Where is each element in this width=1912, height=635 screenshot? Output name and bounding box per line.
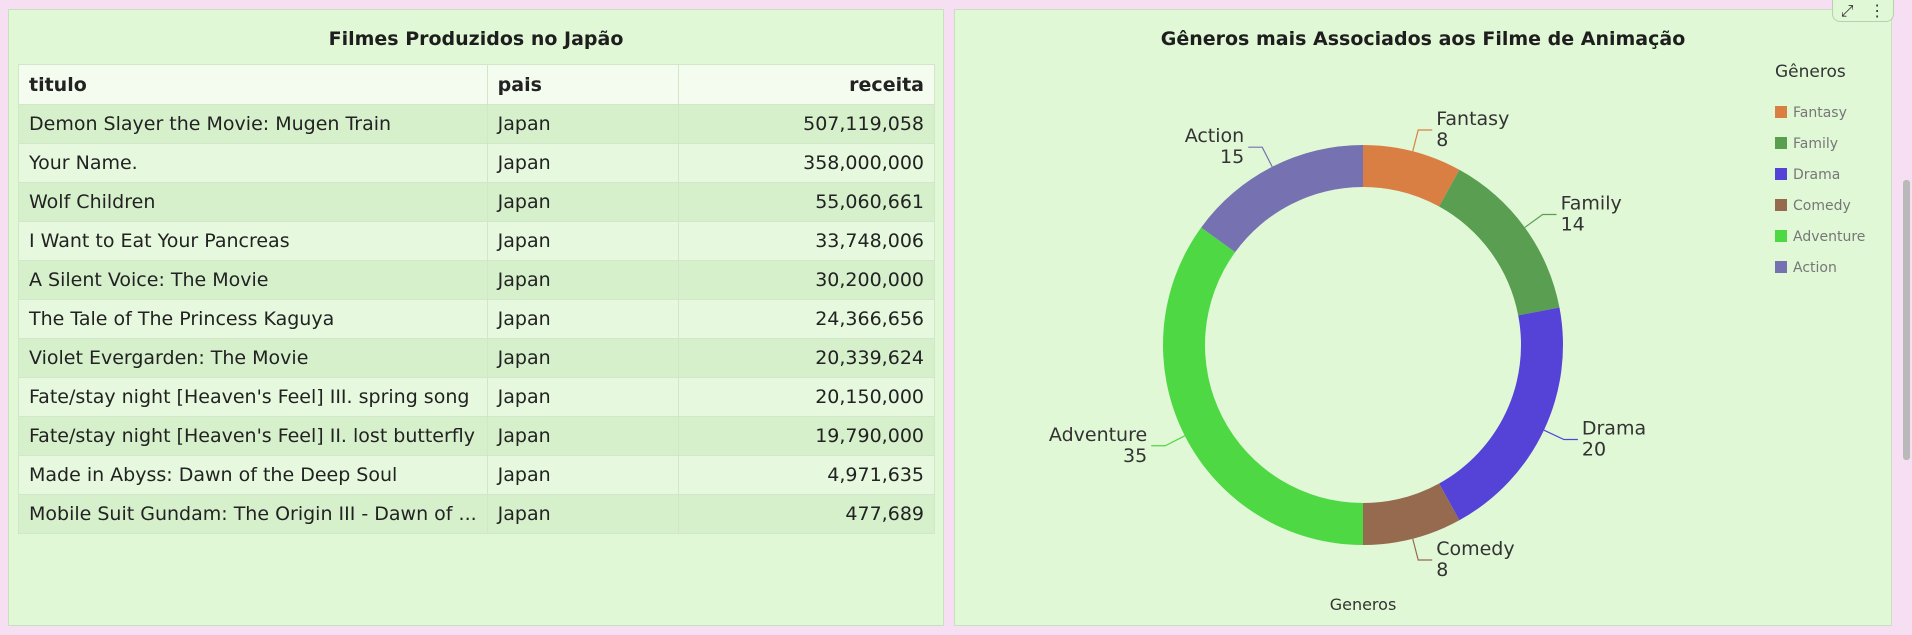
cell-titulo: Violet Evergarden: The Movie xyxy=(18,338,488,378)
legend-item: Action xyxy=(1793,260,1837,276)
table-row: Mobile Suit Gundam: The Origin III - Daw… xyxy=(18,494,936,534)
chart-toolbar: ⤢ ⋮ xyxy=(1832,0,1894,22)
slice-label: Comedy xyxy=(1436,538,1514,560)
legend-swatch xyxy=(1775,137,1787,149)
legend-item: Comedy xyxy=(1793,198,1851,214)
chart-panel: Gêneros mais Associados aos Filme de Ani… xyxy=(954,9,1892,626)
cell-titulo: Wolf Children xyxy=(18,182,488,222)
legend-swatch xyxy=(1775,106,1787,118)
cell-receita: 20,150,000 xyxy=(677,377,936,417)
table-row: Demon Slayer the Movie: Mugen Train Japan… xyxy=(18,104,936,144)
donut-slice[interactable] xyxy=(1163,227,1363,546)
cell-titulo: The Tale of The Princess Kaguya xyxy=(18,299,488,339)
table-row: Your Name. Japan 358,000,000 xyxy=(18,143,936,183)
donut-slice[interactable] xyxy=(1439,169,1560,316)
cell-titulo: Made in Abyss: Dawn of the Deep Soul xyxy=(18,455,488,495)
cell-titulo: I Want to Eat Your Pancreas xyxy=(18,221,488,261)
legend-item: Drama xyxy=(1793,167,1840,183)
table-row: A Silent Voice: The Movie Japan 30,200,000 xyxy=(18,260,936,300)
slice-value: 20 xyxy=(1582,439,1606,461)
cell-titulo: Your Name. xyxy=(18,143,488,183)
table-row: I Want to Eat Your Pancreas Japan 33,748,0… xyxy=(18,221,936,261)
legend-item: Family xyxy=(1793,136,1838,152)
table-title: Filmes Produzidos no Japão xyxy=(328,28,624,50)
cell-titulo: Fate/stay night [Heaven's Feel] II. lost… xyxy=(18,416,488,456)
table-header-row: titulo pais receita xyxy=(18,64,936,105)
leader-line xyxy=(1412,129,1433,152)
more-vertical-icon[interactable]: ⋮ xyxy=(1869,1,1885,20)
slice-value: 8 xyxy=(1436,559,1448,581)
leader-line xyxy=(1412,538,1433,561)
legend-item: Fantasy xyxy=(1793,105,1847,121)
slice-value: 15 xyxy=(1220,146,1244,168)
legend-swatch xyxy=(1775,261,1787,273)
cell-pais: Japan xyxy=(486,377,679,417)
header-receita[interactable]: receita xyxy=(677,64,936,105)
cell-pais: Japan xyxy=(486,182,679,222)
cell-pais: Japan xyxy=(486,299,679,339)
movies-table: titulo pais receita Demon Slayer the Mov… xyxy=(18,64,936,534)
cell-titulo: Demon Slayer the Movie: Mugen Train xyxy=(18,104,488,144)
slice-label: Adventure xyxy=(1049,424,1147,446)
x-axis-label: Generos xyxy=(1330,595,1397,614)
cell-receita: 477,689 xyxy=(677,494,936,534)
legend-swatch xyxy=(1775,230,1787,242)
cell-titulo: Fate/stay night [Heaven's Feel] III. spr… xyxy=(18,377,488,417)
table-row: The Tale of The Princess Kaguya Japan 24,3… xyxy=(18,299,936,339)
table-panel: Filmes Produzidos no Japão titulo pais r… xyxy=(8,9,944,626)
table-row: Violet Evergarden: The Movie Japan 20,339,… xyxy=(18,338,936,378)
cell-pais: Japan xyxy=(486,338,679,378)
leader-line xyxy=(1151,435,1186,447)
cell-receita: 4,971,635 xyxy=(677,455,936,495)
cell-receita: 55,060,661 xyxy=(677,182,936,222)
table-row: Fate/stay night [Heaven's Feel] III. spr… xyxy=(18,377,936,417)
cell-pais: Japan xyxy=(486,455,679,495)
scrollbar[interactable] xyxy=(1903,180,1910,460)
slice-value: 8 xyxy=(1436,129,1448,151)
leader-line xyxy=(1524,213,1557,228)
cell-receita: 507,119,058 xyxy=(677,104,936,144)
table-row: Made in Abyss: Dawn of the Deep Soul Japa… xyxy=(18,455,936,495)
table-row: Wolf Children Japan 55,060,661 xyxy=(18,182,936,222)
cell-receita: 30,200,000 xyxy=(677,260,936,300)
slice-value: 14 xyxy=(1561,214,1585,236)
table-row: Fate/stay night [Heaven's Feel] II. lost… xyxy=(18,416,936,456)
cell-receita: 358,000,000 xyxy=(677,143,936,183)
leader-line xyxy=(1248,146,1273,168)
slice-label: Family xyxy=(1561,193,1622,215)
donut-slice[interactable] xyxy=(1439,307,1563,521)
cell-pais: Japan xyxy=(486,416,679,456)
cell-receita: 20,339,624 xyxy=(677,338,936,378)
legend-item: Adventure xyxy=(1793,229,1865,245)
cell-pais: Japan xyxy=(486,104,679,144)
cell-pais: Japan xyxy=(486,221,679,261)
cell-pais: Japan xyxy=(486,143,679,183)
slice-label: Action xyxy=(1185,125,1245,147)
legend-swatch xyxy=(1775,199,1787,211)
leader-line xyxy=(1543,429,1578,441)
donut-chart: Fantasy8Family14Drama20Comedy8Adventure3… xyxy=(1049,62,1866,614)
cell-pais: Japan xyxy=(486,260,679,300)
slice-label: Drama xyxy=(1582,418,1646,440)
cell-pais: Japan xyxy=(486,494,679,534)
slice-label: Fantasy xyxy=(1436,108,1509,130)
legend-swatch xyxy=(1775,168,1787,180)
cell-receita: 24,366,656 xyxy=(677,299,936,339)
cell-receita: 33,748,006 xyxy=(677,221,936,261)
header-pais[interactable]: pais xyxy=(486,64,679,105)
cell-titulo: Mobile Suit Gundam: The Origin III - Daw… xyxy=(18,494,488,534)
slice-value: 35 xyxy=(1123,445,1147,467)
expand-icon[interactable]: ⤢ xyxy=(1841,1,1854,21)
legend-title: Gêneros xyxy=(1775,62,1846,82)
header-titulo[interactable]: titulo xyxy=(18,64,488,105)
cell-receita: 19,790,000 xyxy=(677,416,936,456)
cell-titulo: A Silent Voice: The Movie xyxy=(18,260,488,300)
